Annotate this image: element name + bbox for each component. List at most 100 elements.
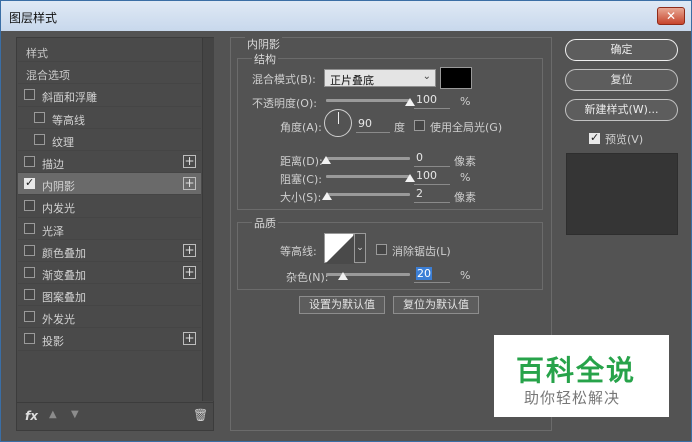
style-list-item[interactable]: 外发光	[18, 306, 201, 329]
choke-label: 阻塞(C):	[280, 173, 322, 186]
style-list-item[interactable]: 等高线	[18, 107, 201, 129]
move-up-icon[interactable]: ▲	[49, 409, 57, 420]
contour-label: 等高线:	[280, 245, 317, 258]
preview-checkbox[interactable]: ✓	[589, 131, 600, 144]
opacity-slider[interactable]	[326, 94, 415, 108]
style-list-label: 样式	[26, 47, 48, 60]
structure-title: 结构	[252, 51, 278, 67]
global-light-checkbox[interactable]	[414, 120, 425, 131]
style-list-label: 描边	[42, 157, 64, 171]
noise-unit: %	[460, 269, 471, 282]
set-default-button[interactable]: 设置为默认值	[299, 296, 385, 314]
style-list-item[interactable]: 混合选项	[18, 62, 201, 85]
watermark: 百科全说 助你轻松解决	[494, 335, 669, 417]
style-list-label: 纹理	[52, 135, 74, 149]
angle-dial[interactable]	[324, 109, 352, 137]
style-list-item[interactable]: 样式	[18, 40, 201, 63]
size-input[interactable]: 2	[414, 187, 450, 203]
style-list-label: 等高线	[52, 113, 85, 127]
choke-unit: %	[460, 171, 471, 184]
style-list-label: 混合选项	[26, 69, 70, 83]
reset-default-button[interactable]: 复位为默认值	[393, 296, 479, 314]
style-list-item[interactable]: 描边 +	[18, 151, 201, 174]
style-list-item[interactable]: 斜面和浮雕	[18, 84, 201, 107]
ok-button[interactable]: 确定	[565, 39, 678, 61]
add-instance-icon[interactable]: +	[183, 265, 196, 279]
fx-icon[interactable]: fx	[25, 409, 38, 423]
style-enable-checkbox[interactable]	[24, 333, 35, 345]
watermark-title: 百科全说	[516, 354, 637, 387]
size-label: 大小(S):	[280, 191, 322, 204]
style-enable-checkbox[interactable]	[34, 111, 45, 123]
style-list-label: 外发光	[42, 313, 75, 327]
structure-group: 结构 混合模式(B): 正片叠底 ⌄ 不透明度(O): 100 % 角度(A):…	[237, 51, 543, 210]
preview-label: 预览(V)	[605, 133, 644, 146]
style-list-label: 投影	[42, 335, 64, 349]
distance-slider[interactable]	[321, 152, 410, 166]
style-enable-checkbox[interactable]	[24, 222, 35, 234]
watermark-subtitle: 助你轻松解决	[524, 389, 621, 407]
add-instance-icon[interactable]: +	[183, 154, 196, 168]
inner-shadow-title: 内阴影	[245, 36, 282, 52]
quality-group: 品质 等高线: ⌄ 消除锯齿(L) 杂色(N): 20 %	[237, 215, 543, 290]
reset-button[interactable]: 复位	[565, 69, 678, 91]
opacity-input[interactable]: 100	[414, 93, 450, 109]
style-preview-swatch	[566, 153, 678, 235]
add-instance-icon[interactable]: +	[183, 177, 196, 191]
new-style-button[interactable]: 新建样式(W)...	[565, 99, 678, 121]
style-enable-checkbox[interactable]: ✓	[24, 176, 35, 190]
antialias-label: 消除锯齿(L)	[392, 245, 451, 258]
choke-slider[interactable]	[326, 170, 415, 184]
styles-list-scrollbar[interactable]	[202, 38, 214, 401]
add-instance-icon[interactable]: +	[183, 243, 196, 257]
style-enable-checkbox[interactable]	[24, 200, 35, 212]
blend-color-swatch[interactable]	[440, 67, 472, 89]
title-bar: 图层样式 ✕	[1, 1, 691, 31]
blend-mode-value: 正片叠底	[330, 74, 374, 87]
style-list-item[interactable]: 纹理	[18, 129, 201, 151]
move-down-icon[interactable]: ▼	[71, 409, 79, 420]
size-slider[interactable]	[321, 188, 410, 202]
style-enable-checkbox[interactable]	[24, 311, 35, 323]
quality-title: 品质	[252, 215, 278, 231]
close-button[interactable]: ✕	[657, 7, 685, 25]
style-enable-checkbox[interactable]	[24, 266, 35, 278]
blend-mode-select[interactable]: 正片叠底 ⌄	[324, 69, 436, 87]
trash-icon[interactable]: 🗑	[193, 408, 208, 422]
style-list-item[interactable]: 渐变叠加 +	[18, 262, 201, 285]
style-list-label: 图案叠加	[42, 291, 86, 305]
style-enable-checkbox[interactable]	[24, 155, 35, 167]
size-unit: 像素	[454, 191, 476, 204]
angle-unit: 度	[394, 121, 405, 134]
layer-style-dialog: 图层样式 ✕ 样式混合选项斜面和浮雕等高线纹理描边 + ✓ 内阴影 + 内发光光泽颜色叠加…	[0, 0, 692, 442]
noise-input[interactable]: 20	[414, 267, 450, 283]
angle-input[interactable]: 90	[356, 117, 390, 133]
style-list-item[interactable]: 内发光	[18, 195, 201, 218]
style-enable-checkbox[interactable]	[24, 289, 35, 301]
dialog-body: 样式混合选项斜面和浮雕等高线纹理描边 + ✓ 内阴影 + 内发光光泽颜色叠加 + 渐变叠加 + 图…	[1, 31, 691, 441]
global-light-label: 使用全局光(G)	[430, 121, 503, 134]
style-list-item[interactable]: 图案叠加	[18, 284, 201, 307]
style-list-label: 光泽	[42, 224, 64, 238]
distance-input[interactable]: 0	[414, 151, 450, 167]
style-enable-checkbox[interactable]	[34, 133, 45, 145]
noise-label: 杂色(N):	[286, 271, 329, 284]
style-enable-checkbox[interactable]	[24, 244, 35, 256]
choke-input[interactable]: 100	[414, 169, 450, 185]
noise-slider[interactable]	[326, 268, 410, 282]
contour-preview[interactable]	[324, 233, 355, 264]
contour-dropdown[interactable]: ⌄	[354, 233, 366, 263]
styles-list: 样式混合选项斜面和浮雕等高线纹理描边 + ✓ 内阴影 + 内发光光泽颜色叠加 + 渐变叠加 + 图…	[18, 40, 201, 351]
antialias-checkbox[interactable]	[376, 244, 387, 255]
style-list-label: 内阴影	[42, 180, 75, 194]
style-list-label: 斜面和浮雕	[42, 91, 97, 105]
chevron-down-icon: ⌄	[356, 243, 364, 253]
style-enable-checkbox[interactable]	[24, 89, 35, 101]
style-list-label: 内发光	[42, 202, 75, 216]
style-list-label: 渐变叠加	[42, 268, 86, 282]
style-list-item[interactable]: 颜色叠加 +	[18, 240, 201, 262]
style-list-item[interactable]: ✓ 内阴影 +	[18, 173, 201, 196]
add-instance-icon[interactable]: +	[183, 332, 196, 346]
style-list-item[interactable]: 投影 +	[18, 328, 201, 351]
style-list-item[interactable]: 光泽	[18, 218, 201, 240]
